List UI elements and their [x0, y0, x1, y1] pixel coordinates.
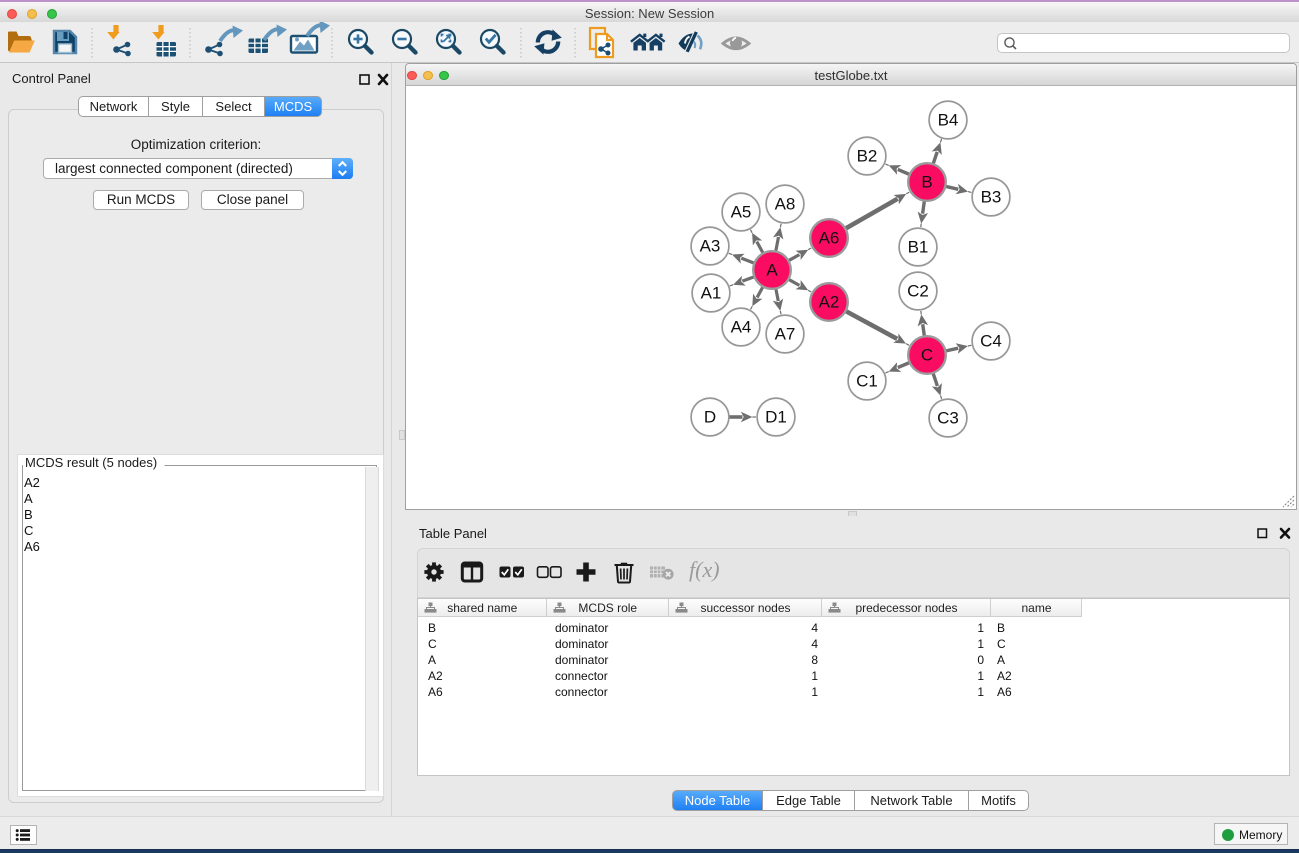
svg-text:B3: B3	[981, 188, 1002, 207]
svg-text:A8: A8	[775, 195, 796, 214]
svg-text:B2: B2	[857, 147, 878, 166]
svg-text:A3: A3	[700, 237, 721, 256]
svg-text:D1: D1	[765, 408, 787, 427]
svg-text:B: B	[921, 173, 932, 192]
svg-text:A5: A5	[731, 203, 752, 222]
svg-text:A: A	[766, 261, 778, 280]
svg-text:A7: A7	[775, 325, 796, 344]
svg-text:A4: A4	[731, 318, 752, 337]
svg-text:A1: A1	[701, 284, 722, 303]
svg-text:A6: A6	[819, 229, 840, 248]
svg-text:A2: A2	[819, 293, 840, 312]
svg-text:B1: B1	[908, 238, 929, 257]
svg-text:C: C	[921, 346, 933, 365]
svg-text:C4: C4	[980, 332, 1002, 351]
svg-text:C2: C2	[907, 282, 929, 301]
svg-text:D: D	[704, 408, 716, 427]
svg-text:C3: C3	[937, 409, 959, 428]
svg-text:B4: B4	[938, 111, 959, 130]
svg-text:C1: C1	[856, 372, 878, 391]
